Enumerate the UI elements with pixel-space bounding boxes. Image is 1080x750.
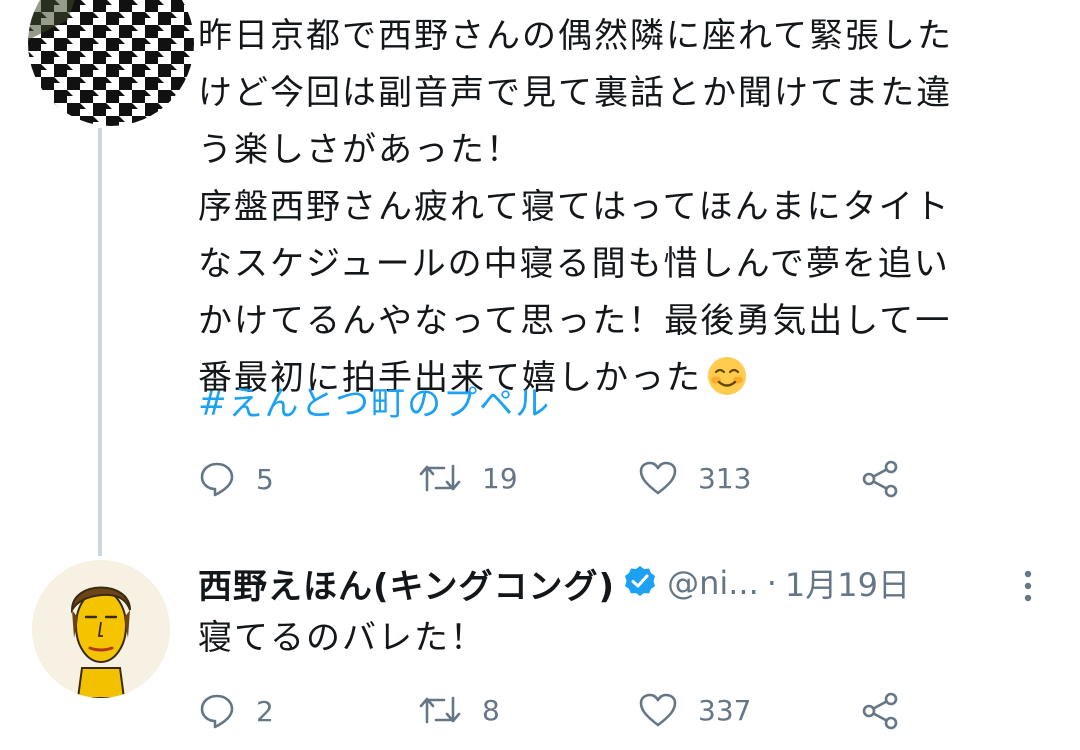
avatar[interactable] — [28, 0, 194, 126]
tweet2-text: 寝てるのバレた！ — [198, 618, 486, 658]
hashtag-link[interactable]: #えんとつ町のプペル — [198, 376, 551, 433]
more-icon — [1024, 570, 1032, 602]
reply-button[interactable]: 2 — [198, 692, 274, 730]
smiling-face-with-blush-icon — [706, 355, 748, 397]
like-button[interactable]: 313 — [638, 460, 751, 496]
tweet2-handle[interactable]: @ni... — [667, 564, 759, 602]
retweet-count: 19 — [482, 461, 518, 495]
tweet1-line: なスケジュールの中寝る間も惜しんで夢を追い — [198, 244, 950, 284]
share-button[interactable] — [860, 460, 900, 498]
retweet-count: 8 — [482, 693, 500, 727]
avatar[interactable] — [32, 560, 170, 698]
like-icon — [639, 693, 677, 727]
like-count: 313 — [698, 461, 752, 495]
more-button[interactable] — [1016, 566, 1040, 610]
tweet1-line: かけてるんやなって思った！最後勇気出して一 — [198, 301, 952, 341]
tweet1-text: 昨日京都で西野さんの偶然隣に座れて緊張した けど今回は副音声で見て裏話とか聞けてま… — [198, 8, 1058, 407]
like-icon — [639, 461, 677, 495]
tweet1-line: 昨日京都で西野さんの偶然隣に座れて緊張した — [198, 16, 953, 56]
houndstooth-avatar-image — [28, 0, 194, 126]
reply-icon — [200, 462, 234, 497]
meta-separator: · — [766, 564, 777, 602]
like-count: 337 — [698, 693, 752, 727]
retweet-icon — [419, 464, 461, 492]
illustrated-portrait-avatar-image — [32, 560, 170, 698]
tweet2-header: 西野えほん(キングコング) @ni... · 1月19日 — [198, 558, 1058, 608]
tweet2-author-name[interactable]: 西野えほん(キングコング) — [198, 559, 615, 608]
thread-line — [98, 128, 102, 556]
retweet-button[interactable]: 8 — [418, 692, 500, 728]
like-button[interactable]: 337 — [638, 692, 751, 728]
reply-icon — [200, 694, 234, 729]
tweet1-line: 序盤西野さん疲れて寝てはってほんまにタイト — [198, 187, 951, 227]
tweet1-header-cut — [200, 0, 760, 4]
share-button[interactable] — [860, 692, 900, 730]
tweet2-actions: 2 8 337 — [198, 692, 918, 736]
reply-count: 2 — [256, 694, 274, 728]
reply-count: 5 — [256, 462, 274, 496]
tweet2-date[interactable]: 1月19日 — [785, 560, 910, 606]
reply-button[interactable]: 5 — [198, 460, 274, 498]
tweet1-line: う楽しさがあった！ — [198, 130, 522, 170]
retweet-icon — [419, 696, 461, 724]
tweet1-actions: 5 19 313 — [198, 460, 918, 504]
share-icon — [862, 692, 898, 730]
retweet-button[interactable]: 19 — [418, 460, 518, 496]
tweet1-line: けど今回は副音声で見て裏話とか聞けてまた違 — [198, 73, 953, 113]
verified-icon — [623, 564, 657, 602]
share-icon — [862, 460, 898, 498]
